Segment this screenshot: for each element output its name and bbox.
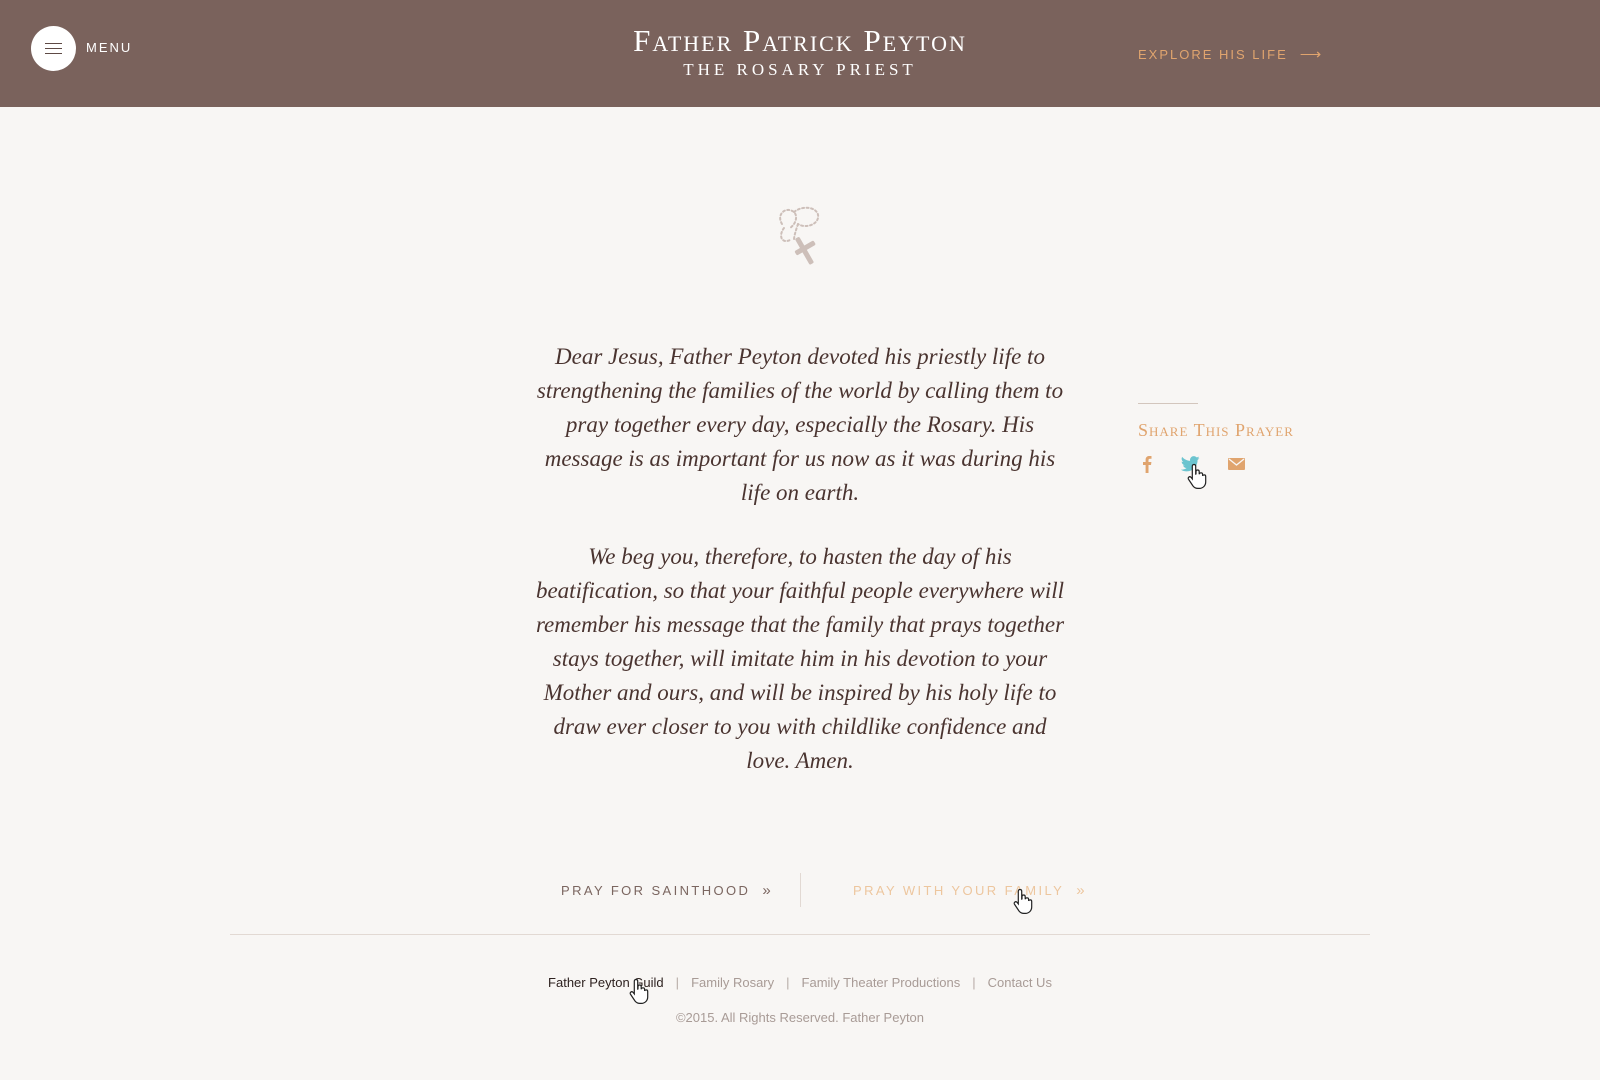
share-panel: Share This Prayer bbox=[1138, 403, 1338, 477]
site-header: MENU Father Patrick Peyton THE ROSARY PR… bbox=[0, 0, 1600, 107]
menu-button[interactable] bbox=[31, 26, 76, 71]
prayer-navigation: PRAY FOR SAINTHOOD » PRAY WITH YOUR FAMIL… bbox=[0, 873, 1600, 909]
share-title: Share This Prayer bbox=[1138, 420, 1294, 440]
pray-with-your-family-link[interactable]: PRAY WITH YOUR FAMILY » bbox=[853, 882, 1085, 899]
prayer-paragraph: We beg you, therefore, to hasten the day… bbox=[535, 544, 1065, 773]
arrow-right-icon: ⟶ bbox=[1299, 46, 1322, 63]
footer-link-family-theater-productions[interactable]: Family Theater Productions bbox=[802, 975, 961, 990]
explore-label: EXPLORE HIS LIFE bbox=[1138, 47, 1288, 62]
twitter-icon[interactable] bbox=[1181, 456, 1200, 472]
email-icon[interactable] bbox=[1228, 458, 1245, 470]
site-logo[interactable]: Father Patrick Peyton THE ROSARY PRIEST bbox=[500, 22, 1100, 80]
prayer-text: Dear Jesus, Father Peyton devoted his pr… bbox=[530, 340, 1070, 808]
footer-separator: | bbox=[786, 975, 790, 990]
pray-for-sainthood-link[interactable]: PRAY FOR SAINTHOOD » bbox=[561, 882, 771, 899]
footer-nav: Father Peyton Guild | Family Rosary | Family… bbox=[0, 975, 1600, 990]
footer-separator: | bbox=[972, 975, 976, 990]
double-chevron-right-icon: » bbox=[762, 882, 771, 899]
footer-link-family-rosary[interactable]: Family Rosary bbox=[691, 975, 774, 990]
footer-divider bbox=[230, 934, 1370, 935]
pray-family-label: PRAY WITH YOUR FAMILY bbox=[853, 883, 1065, 898]
prayer-paragraph: Dear Jesus, Father Peyton devoted his pr… bbox=[536, 344, 1064, 505]
hamburger-icon bbox=[45, 43, 62, 54]
pray-sainthood-label: PRAY FOR SAINTHOOD bbox=[561, 883, 751, 898]
explore-his-life-link[interactable]: EXPLORE HIS LIFE ⟶ bbox=[1138, 45, 1321, 63]
footer-link-contact-us[interactable]: Contact Us bbox=[988, 975, 1052, 990]
copyright-text: ©2015. All Rights Reserved. Father Peyto… bbox=[675, 1010, 925, 1025]
share-divider bbox=[1138, 403, 1198, 404]
brand-subtitle: THE ROSARY PRIEST bbox=[683, 60, 917, 79]
share-icons bbox=[1138, 455, 1338, 477]
vertical-divider bbox=[800, 873, 801, 907]
brand-title: Father Patrick Peyton bbox=[633, 23, 967, 58]
footer-separator: | bbox=[675, 975, 680, 990]
footer-link-father-peyton-guild[interactable]: Father Peyton Guild bbox=[548, 975, 664, 990]
rosary-icon bbox=[779, 206, 820, 265]
facebook-icon[interactable] bbox=[1142, 455, 1152, 473]
double-chevron-right-icon: » bbox=[1076, 882, 1085, 899]
menu-label[interactable]: MENU bbox=[86, 40, 132, 55]
